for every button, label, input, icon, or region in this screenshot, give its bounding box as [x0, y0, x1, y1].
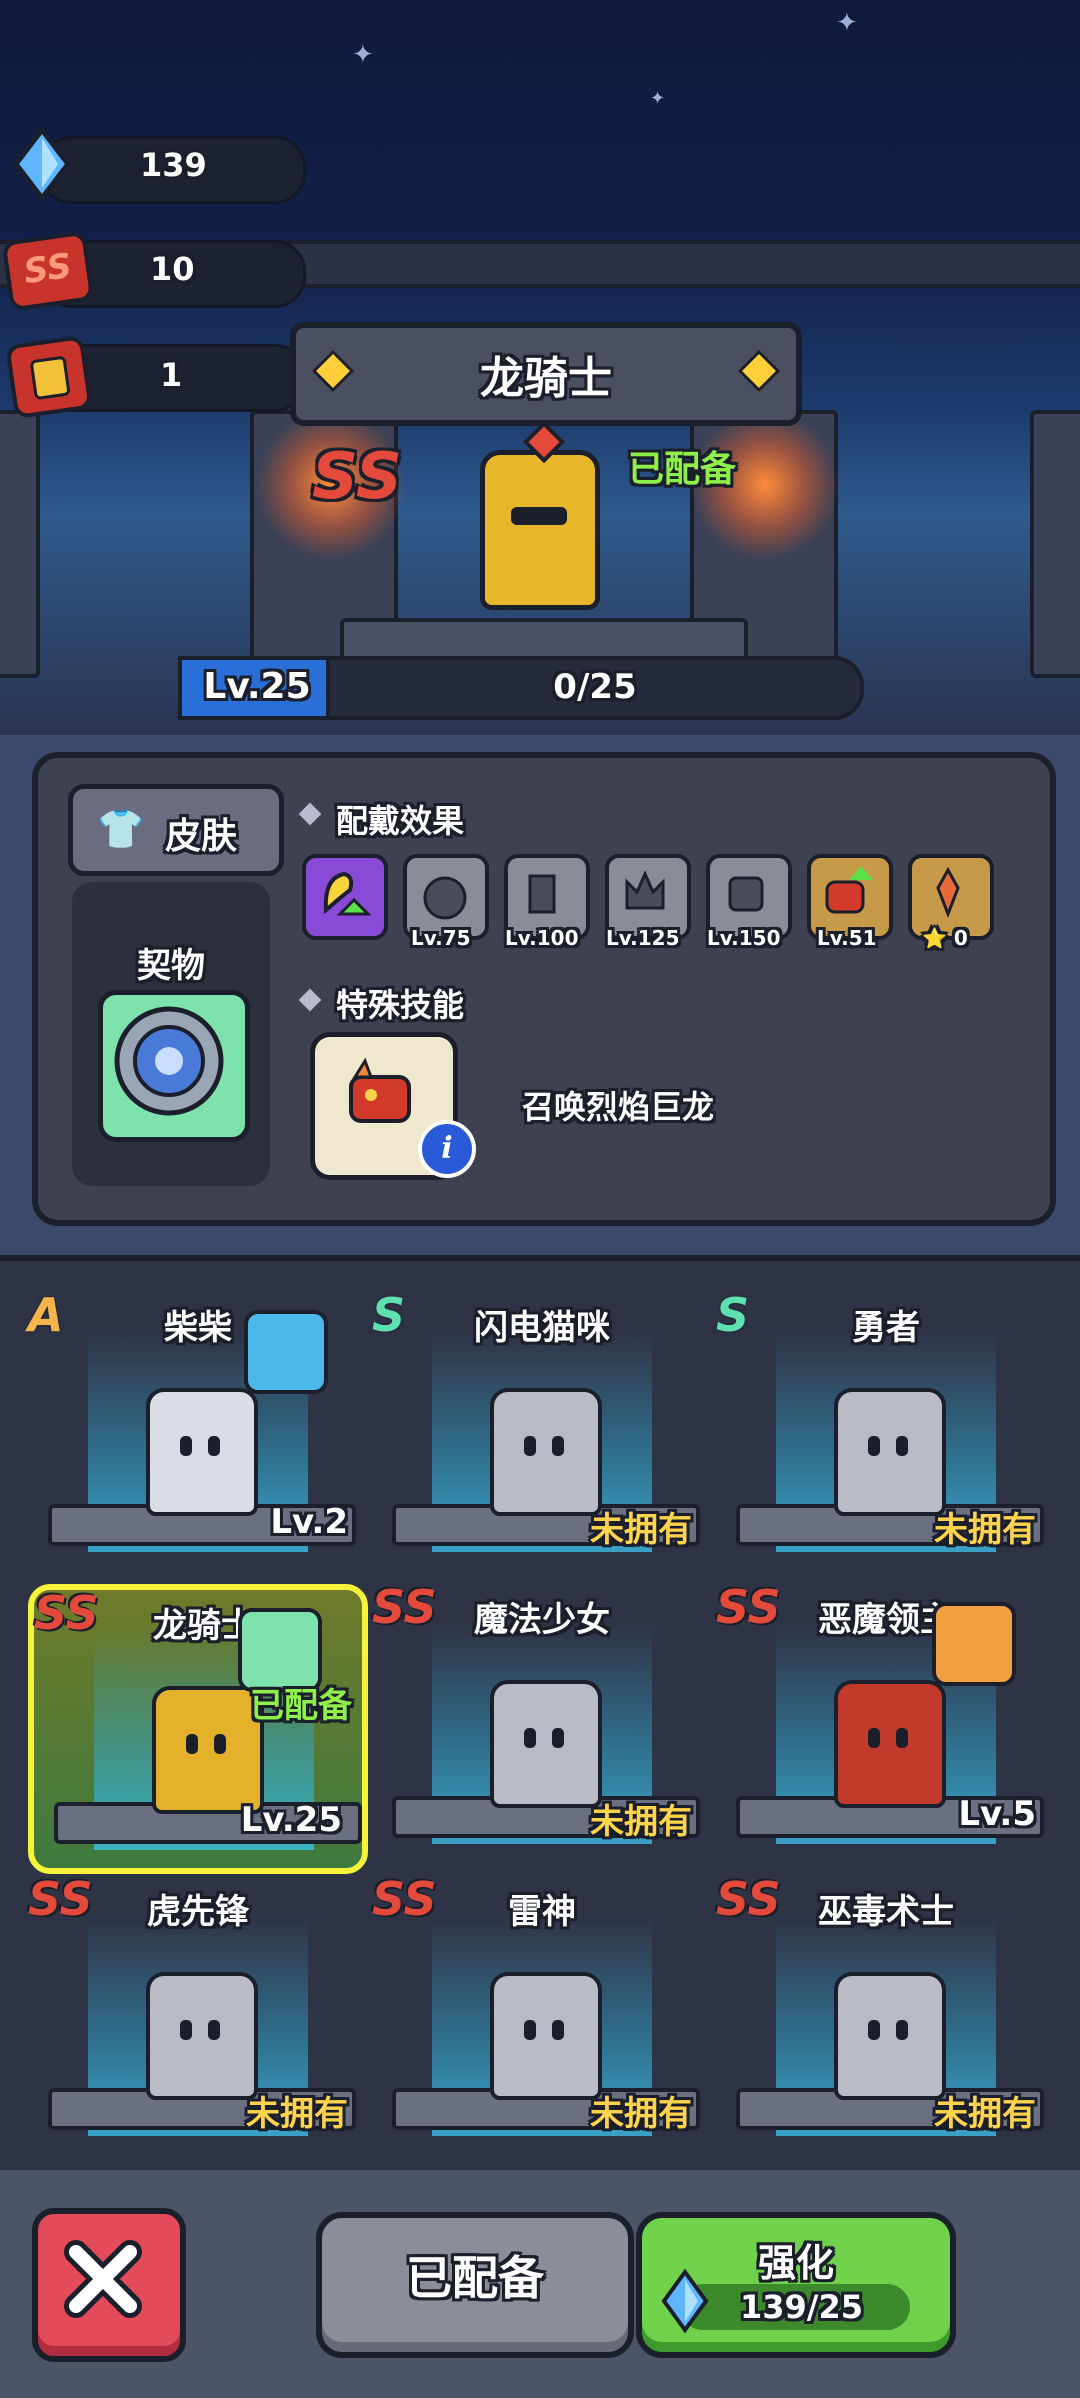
hero-equipped-label: 已配备 [628, 449, 737, 490]
character-status: Lv.25 [240, 1800, 342, 1840]
info-icon[interactable]: i [418, 1120, 476, 1178]
pact-book-icon[interactable] [244, 1310, 328, 1394]
character-name: 闪电猫咪 [474, 1308, 610, 1348]
pact-helmet-icon[interactable] [932, 1602, 1016, 1686]
effect-level-label: Lv.125 [606, 926, 680, 950]
character-figure [152, 1686, 264, 1814]
armor-ticket-icon [5, 334, 93, 420]
pillar [0, 410, 40, 678]
effect-level-label: Lv.150 [707, 926, 781, 950]
character-name: 魔法少女 [474, 1600, 610, 1640]
character-card[interactable]: SS 巫毒术士 未拥有 [716, 1872, 1056, 2166]
effect-level-label: Lv.75 [411, 926, 471, 950]
skill-name: 召唤烈焰巨龙 [522, 1088, 715, 1126]
xp-progress-bar: 0/25 [326, 656, 864, 720]
character-card[interactable]: SS 龙骑士 Lv.25 已配备 [28, 1584, 368, 1874]
character-card[interactable]: S 勇者 未拥有 [716, 1288, 1056, 1582]
character-figure [834, 1388, 946, 1516]
close-button[interactable] [32, 2208, 186, 2362]
character-equipped-label: 已配备 [250, 1686, 352, 1726]
character-figure [490, 1680, 602, 1808]
upgrade-cost-text: 139/25 [740, 2288, 864, 2326]
gem-count: 139 [140, 146, 207, 184]
hero-figure [480, 420, 600, 610]
character-figure [834, 1972, 946, 2100]
effect-slot-strength[interactable] [302, 854, 388, 940]
character-status: Lv.5 [958, 1794, 1036, 1834]
star-decoration: ✦ [650, 88, 666, 109]
skin-button-label: 皮肤 [165, 816, 238, 857]
hero-level-box: Lv.25 [178, 656, 336, 720]
ss-ticket-count: 10 [150, 250, 195, 288]
star-decoration: ✦ [352, 40, 374, 70]
xp-text: 0/25 [553, 667, 637, 707]
hero-name-banner: 龙骑士 [290, 322, 802, 426]
equipped-button[interactable]: 已配备 [316, 2212, 634, 2358]
hero-rank-badge: SS [312, 440, 402, 514]
dragon-up-icon [825, 866, 873, 914]
effect-level-label: Lv.51 [817, 926, 877, 950]
character-figure [834, 1680, 946, 1808]
character-status: 未拥有 [590, 1802, 692, 1842]
character-status: 未拥有 [590, 2094, 692, 2134]
character-card[interactable]: SS 雷神 未拥有 [372, 1872, 712, 2166]
hero-level: Lv.25 [203, 666, 311, 707]
character-name: 雷神 [508, 1892, 576, 1932]
pact-item-button[interactable] [98, 990, 250, 1142]
character-card[interactable]: SS 虎先锋 未拥有 [28, 1872, 368, 2166]
character-name: 巫毒术士 [818, 1892, 954, 1932]
hero-name: 龙骑士 [480, 353, 612, 404]
pact-label: 契物 [137, 946, 205, 986]
effect-level-label: ⭐ 0 [922, 926, 968, 950]
character-card[interactable]: SS 魔法少女 未拥有 [372, 1580, 712, 1874]
character-card[interactable]: S 闪电猫咪 未拥有 [372, 1288, 712, 1582]
pillar [1030, 410, 1080, 678]
character-status: 未拥有 [246, 2094, 348, 2134]
effect-level-label: Lv.100 [505, 926, 579, 950]
character-card[interactable]: SS 恶魔领主 Lv.5 [716, 1580, 1056, 1874]
armor-ticket-count: 1 [160, 356, 183, 394]
gem-icon [12, 125, 72, 203]
close-icon [64, 2240, 142, 2318]
upgrade-cost: 139/25 [680, 2284, 910, 2330]
character-figure [146, 1972, 258, 2100]
strength-up-icon [323, 871, 372, 916]
skin-button[interactable]: 👕 皮肤 [68, 784, 284, 876]
character-card[interactable]: A 柴柴 Lv.2 [28, 1288, 368, 1582]
character-status: 未拥有 [590, 1510, 692, 1550]
ss-ticket-icon: SS [1, 230, 95, 312]
character-name: 勇者 [852, 1308, 920, 1348]
boot-icon [528, 874, 556, 914]
character-status: Lv.2 [270, 1502, 348, 1542]
skill-title: 特殊技能 [336, 986, 465, 1024]
character-figure [146, 1388, 258, 1516]
gem-icon [660, 2268, 710, 2334]
pact-shield-icon [114, 1006, 224, 1116]
character-name: 虎先锋 [147, 1892, 249, 1932]
character-name: 龙骑士 [153, 1606, 255, 1646]
armor-icon [728, 876, 764, 912]
character-status: 未拥有 [934, 1510, 1036, 1550]
star-icon [936, 866, 960, 919]
character-figure [490, 1972, 602, 2100]
star-decoration: ✦ [836, 8, 858, 38]
shield-icon [423, 876, 467, 920]
crown-icon [625, 870, 665, 910]
shirt-icon: 👕 [97, 807, 145, 851]
effects-title: 配戴效果 [336, 802, 465, 840]
character-figure [490, 1388, 602, 1516]
equipped-button-label: 已配备 [406, 2251, 544, 2305]
character-status: 未拥有 [934, 2094, 1036, 2134]
